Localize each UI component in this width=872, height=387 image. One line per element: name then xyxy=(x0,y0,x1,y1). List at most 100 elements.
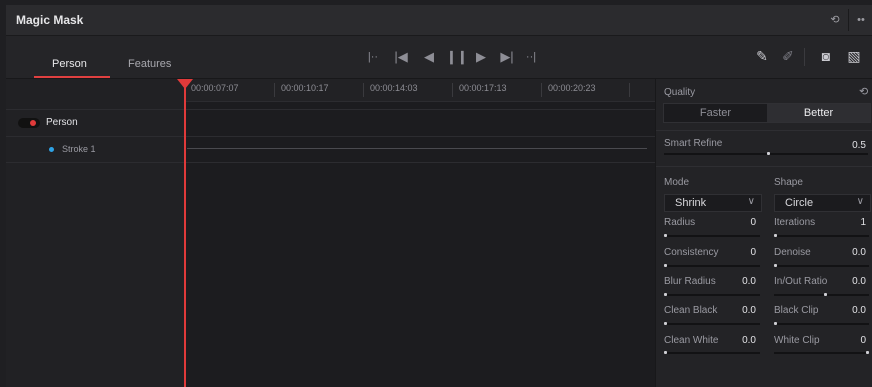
window-title: Magic Mask xyxy=(16,13,84,27)
mark-out-icon[interactable]: ··| xyxy=(524,47,538,67)
timeline-lane-stroke[interactable] xyxy=(185,136,655,163)
skip-back-icon[interactable]: |◀ xyxy=(392,47,410,67)
stroke-range-bar[interactable] xyxy=(187,148,647,149)
timecode-ruler[interactable]: 00:00:07:07 00:00:10:17 00:00:14:03 00:0… xyxy=(185,79,655,102)
section-divider xyxy=(656,130,872,131)
slider-handle[interactable] xyxy=(664,351,667,354)
play-forward-icon[interactable]: ▶ xyxy=(472,47,490,67)
quality-option-better[interactable]: Better xyxy=(767,104,870,122)
timeline-lane-person[interactable] xyxy=(185,109,655,137)
track-list: Person Stroke 1 xyxy=(6,79,184,387)
titlebar-divider xyxy=(848,9,849,31)
slider-handle[interactable] xyxy=(824,293,827,296)
white-clip-value[interactable]: 0 xyxy=(826,335,866,346)
quality-option-faster[interactable]: Faster xyxy=(664,104,767,122)
play-reverse-icon[interactable]: ◀ xyxy=(420,47,438,67)
slider-handle[interactable] xyxy=(774,234,777,237)
smart-refine-slider[interactable] xyxy=(664,153,868,155)
consistency-value[interactable]: 0 xyxy=(716,247,756,258)
inspector-panel: Quality ⟲ Faster Better Smart Refine 0.5… xyxy=(655,79,872,387)
black-clip-slider[interactable] xyxy=(774,323,869,325)
black-clip-label: Black Clip xyxy=(774,305,819,316)
show-mask-icon[interactable]: ◙ xyxy=(816,46,836,66)
shape-dropdown[interactable]: Circle ∨ xyxy=(774,194,871,212)
track-person[interactable]: Person xyxy=(6,109,184,137)
pause-icon[interactable]: ❙❙ xyxy=(446,47,468,67)
blur-radius-value[interactable]: 0.0 xyxy=(716,276,756,287)
quality-label: Quality xyxy=(664,87,696,98)
clean-black-value[interactable]: 0.0 xyxy=(716,305,756,316)
ruler-timecode: 00:00:07:07 xyxy=(191,83,239,93)
history-icon[interactable]: ⟲ xyxy=(826,12,844,28)
slider-handle[interactable] xyxy=(664,264,667,267)
ruler-timecode: 00:00:14:03 xyxy=(370,83,418,93)
playhead[interactable] xyxy=(184,79,186,387)
slider-handle[interactable] xyxy=(664,322,667,325)
slider-handle[interactable] xyxy=(767,152,770,155)
chevron-down-icon: ∨ xyxy=(856,196,864,207)
smart-refine-value[interactable]: 0.5 xyxy=(816,140,866,151)
clean-white-value[interactable]: 0.0 xyxy=(716,335,756,346)
clean-black-label: Clean Black xyxy=(664,305,718,316)
subtract-stroke-icon[interactable]: ✐ xyxy=(778,46,798,66)
denoise-value[interactable]: 0.0 xyxy=(826,247,866,258)
radius-value[interactable]: 0 xyxy=(716,217,756,228)
tab-features[interactable]: Features xyxy=(128,58,171,70)
overlay-icon[interactable]: ▧ xyxy=(844,46,864,66)
shape-value: Circle xyxy=(785,197,814,209)
reset-icon[interactable]: ⟲ xyxy=(859,85,868,98)
blur-radius-slider[interactable] xyxy=(664,294,760,296)
iterations-slider[interactable] xyxy=(774,235,869,237)
track-label: Stroke 1 xyxy=(62,144,96,154)
blur-radius-label: Blur Radius xyxy=(664,276,716,287)
iterations-value[interactable]: 1 xyxy=(826,217,866,228)
black-clip-value[interactable]: 0.0 xyxy=(826,305,866,316)
add-stroke-icon[interactable]: ✎ xyxy=(752,46,772,66)
white-clip-slider[interactable] xyxy=(774,352,869,354)
consistency-label: Consistency xyxy=(664,247,719,258)
denoise-slider[interactable] xyxy=(774,265,869,267)
ruler-timecode: 00:00:17:13 xyxy=(459,83,507,93)
quality-selector[interactable]: Faster Better xyxy=(663,103,871,123)
ruler-tick xyxy=(363,83,364,97)
mark-in-icon[interactable]: |·· xyxy=(366,47,380,67)
in-out-ratio-slider[interactable] xyxy=(774,294,869,296)
mode-dropdown[interactable]: Shrink ∨ xyxy=(664,194,762,212)
slider-handle[interactable] xyxy=(866,351,869,354)
section-divider xyxy=(656,166,872,167)
more-icon[interactable]: •• xyxy=(852,12,870,28)
iterations-label: Iterations xyxy=(774,217,816,228)
ruler-tick xyxy=(541,83,542,97)
track-enable-toggle[interactable] xyxy=(18,118,40,128)
slider-handle[interactable] xyxy=(664,293,667,296)
radius-slider[interactable] xyxy=(664,235,760,237)
mode-label: Mode xyxy=(664,177,690,188)
smart-refine-label: Smart Refine xyxy=(664,138,723,149)
in-out-ratio-label: In/Out Ratio xyxy=(774,276,828,287)
clean-black-slider[interactable] xyxy=(664,323,760,325)
slider-handle[interactable] xyxy=(664,234,667,237)
playhead-handle[interactable] xyxy=(177,79,193,89)
title-bar: Magic Mask ⟲ •• xyxy=(6,5,872,36)
clean-white-label: Clean White xyxy=(664,335,719,346)
clean-white-slider[interactable] xyxy=(664,352,760,354)
slider-handle[interactable] xyxy=(774,264,777,267)
timeline[interactable]: 00:00:07:07 00:00:10:17 00:00:14:03 00:0… xyxy=(184,79,655,387)
ruler-timecode: 00:00:10:17 xyxy=(281,83,329,93)
ruler-tick xyxy=(452,83,453,97)
ruler-tick xyxy=(274,83,275,97)
ruler-tick xyxy=(629,83,630,97)
shape-label: Shape xyxy=(774,177,803,188)
in-out-ratio-value[interactable]: 0.0 xyxy=(826,276,866,287)
mode-value: Shrink xyxy=(675,197,707,209)
track-stroke[interactable]: Stroke 1 xyxy=(6,136,184,163)
tab-person[interactable]: Person xyxy=(52,58,87,70)
stroke-dot-icon xyxy=(49,147,54,152)
skip-forward-icon[interactable]: ▶| xyxy=(498,47,516,67)
slider-handle[interactable] xyxy=(774,322,777,325)
ruler-timecode: 00:00:20:23 xyxy=(548,83,596,93)
denoise-label: Denoise xyxy=(774,247,811,258)
consistency-slider[interactable] xyxy=(664,265,760,267)
chevron-down-icon: ∨ xyxy=(747,196,755,207)
track-label: Person xyxy=(46,117,78,128)
